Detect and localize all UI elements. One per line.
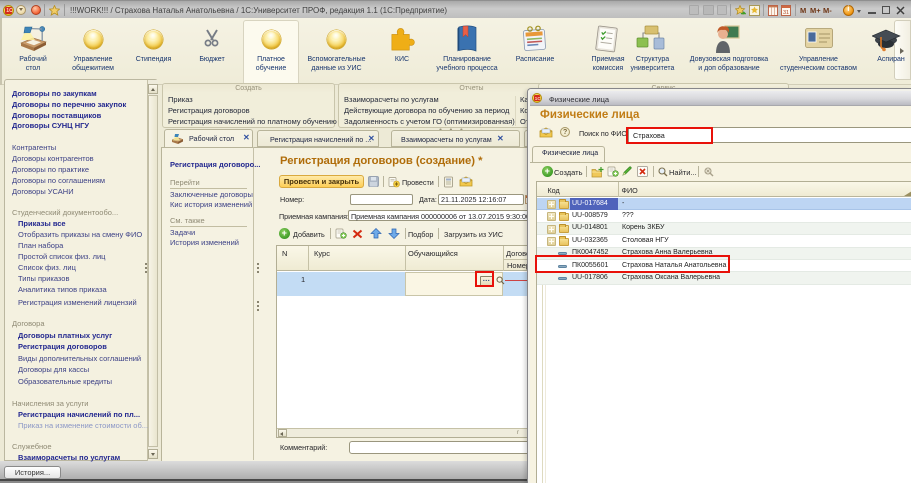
svg-text:31: 31 <box>783 10 789 16</box>
